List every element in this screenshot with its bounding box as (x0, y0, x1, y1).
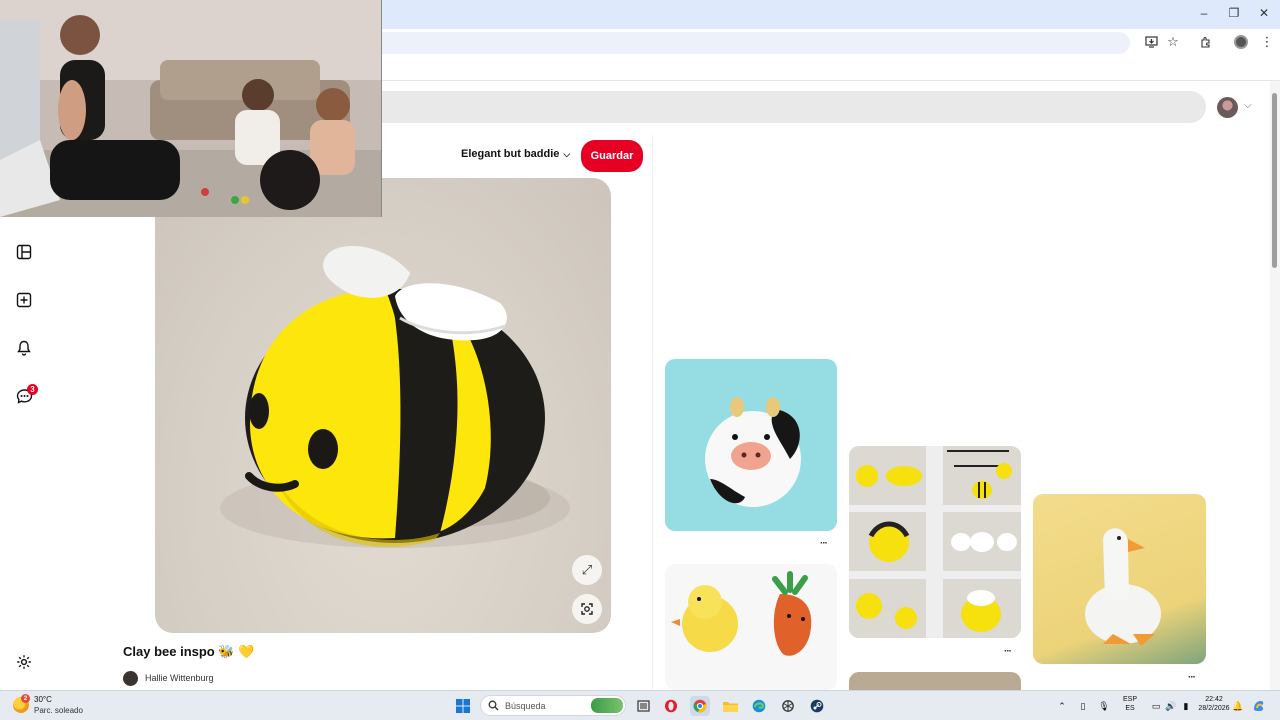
chevron-down-icon[interactable]: ⌵ (1244, 100, 1252, 111)
create-icon[interactable] (14, 290, 34, 310)
profile-icon[interactable] (1232, 33, 1250, 51)
notifications-bell-icon[interactable] (14, 338, 34, 358)
opera-icon[interactable] (661, 696, 681, 716)
clock-time: 22:42 (1205, 696, 1223, 703)
clay-goose-image (1085, 528, 1161, 646)
file-explorer-icon[interactable] (720, 696, 740, 716)
related-pin-clay-duck-carrot[interactable] (665, 564, 837, 690)
address-bar[interactable] (382, 32, 1130, 54)
weather-description[interactable]: Parc. soleado (34, 706, 83, 715)
messages-badge: 3 (27, 384, 38, 395)
save-button[interactable]: Guardar (581, 140, 643, 172)
minimize-icon[interactable]: – (1196, 6, 1212, 20)
task-view-icon[interactable] (633, 696, 653, 716)
pin-more-options[interactable]: ··· (820, 538, 828, 549)
windows-taskbar: 2 30°C Parc. soleado Búsqueda ⌃ ▯ 🎙 ESP … (0, 690, 1280, 720)
chatgpt-icon[interactable] (778, 696, 798, 716)
visual-search-icon[interactable] (572, 594, 602, 624)
pin-panel-divider (652, 135, 653, 690)
related-pin-clay-goose[interactable] (1033, 494, 1206, 664)
pin-more-options[interactable]: ··· (1004, 646, 1012, 657)
related-pin-partial[interactable] (849, 672, 1021, 690)
pin-title: Clay bee inspo 🐝 💛 (123, 644, 255, 659)
chevron-down-icon: ⌵ (563, 148, 571, 159)
input-language[interactable]: ESP ES (1118, 695, 1142, 713)
clay-bee-illustration (220, 246, 570, 548)
bee-tutorial-grid-image (849, 446, 1021, 638)
kebab-menu-icon[interactable]: ⋮ (1258, 33, 1276, 51)
restore-icon[interactable]: ❐ (1226, 6, 1242, 20)
weather-temperature[interactable]: 30°C (34, 695, 52, 704)
language-code: ESP (1122, 696, 1137, 703)
edge-icon[interactable] (749, 696, 769, 716)
pin-more-options[interactable]: ··· (1188, 672, 1196, 683)
taskbar-search-placeholder: Búsqueda (505, 701, 546, 711)
windows-start-icon[interactable] (453, 696, 473, 716)
usb-device-icon[interactable]: ▯ (1073, 696, 1093, 716)
pin-image-clay-bee[interactable]: ⤢ (155, 178, 611, 633)
user-avatar[interactable] (1217, 97, 1238, 118)
bookmark-star-icon[interactable]: ☆ (1164, 33, 1182, 51)
board-select[interactable]: Elegant but baddie ⌵ (461, 148, 570, 160)
tray-overflow-icon[interactable]: ⌃ (1052, 696, 1072, 716)
search-input[interactable] (382, 91, 1206, 123)
copilot-icon[interactable] (1249, 696, 1269, 716)
creator-avatar[interactable] (123, 671, 138, 686)
expand-icon[interactable]: ⤢ (572, 555, 602, 585)
creator-name[interactable]: Hallie Wittenburg (145, 673, 214, 683)
weather-alert-badge: 2 (21, 694, 30, 703)
clock[interactable]: 22:42 28/2/2026 (1196, 695, 1232, 713)
clay-duck-carrot-image (671, 571, 812, 656)
clock-date: 28/2/2026 (1198, 705, 1230, 712)
settings-gear-icon[interactable] (14, 652, 34, 672)
boards-icon[interactable] (14, 242, 34, 262)
scrollbar-thumb[interactable] (1272, 93, 1277, 268)
battery-icon[interactable]: ▮ (1176, 696, 1196, 716)
keyboard-layout: ES (1125, 705, 1135, 712)
webcam-video-frame (0, 0, 381, 217)
steam-icon[interactable] (807, 696, 827, 716)
close-icon[interactable]: ✕ (1256, 6, 1272, 20)
clay-cow-image (705, 397, 801, 507)
search-highlight-icon (591, 698, 623, 713)
page-scrollbar[interactable] (1270, 81, 1280, 690)
notification-bell-icon[interactable]: 🔔 (1228, 696, 1248, 716)
search-icon (488, 700, 499, 711)
board-select-label: Elegant but baddie (461, 148, 560, 160)
related-pin-clay-cow[interactable] (665, 359, 837, 531)
chrome-icon[interactable] (690, 696, 710, 716)
webcam-overlay (0, 0, 382, 217)
install-app-icon[interactable] (1142, 33, 1160, 51)
extensions-icon[interactable] (1197, 33, 1215, 51)
taskbar-search[interactable]: Búsqueda (480, 695, 626, 716)
related-pin-bee-tutorial[interactable] (849, 446, 1021, 638)
microphone-icon[interactable]: 🎙 (1094, 696, 1114, 716)
